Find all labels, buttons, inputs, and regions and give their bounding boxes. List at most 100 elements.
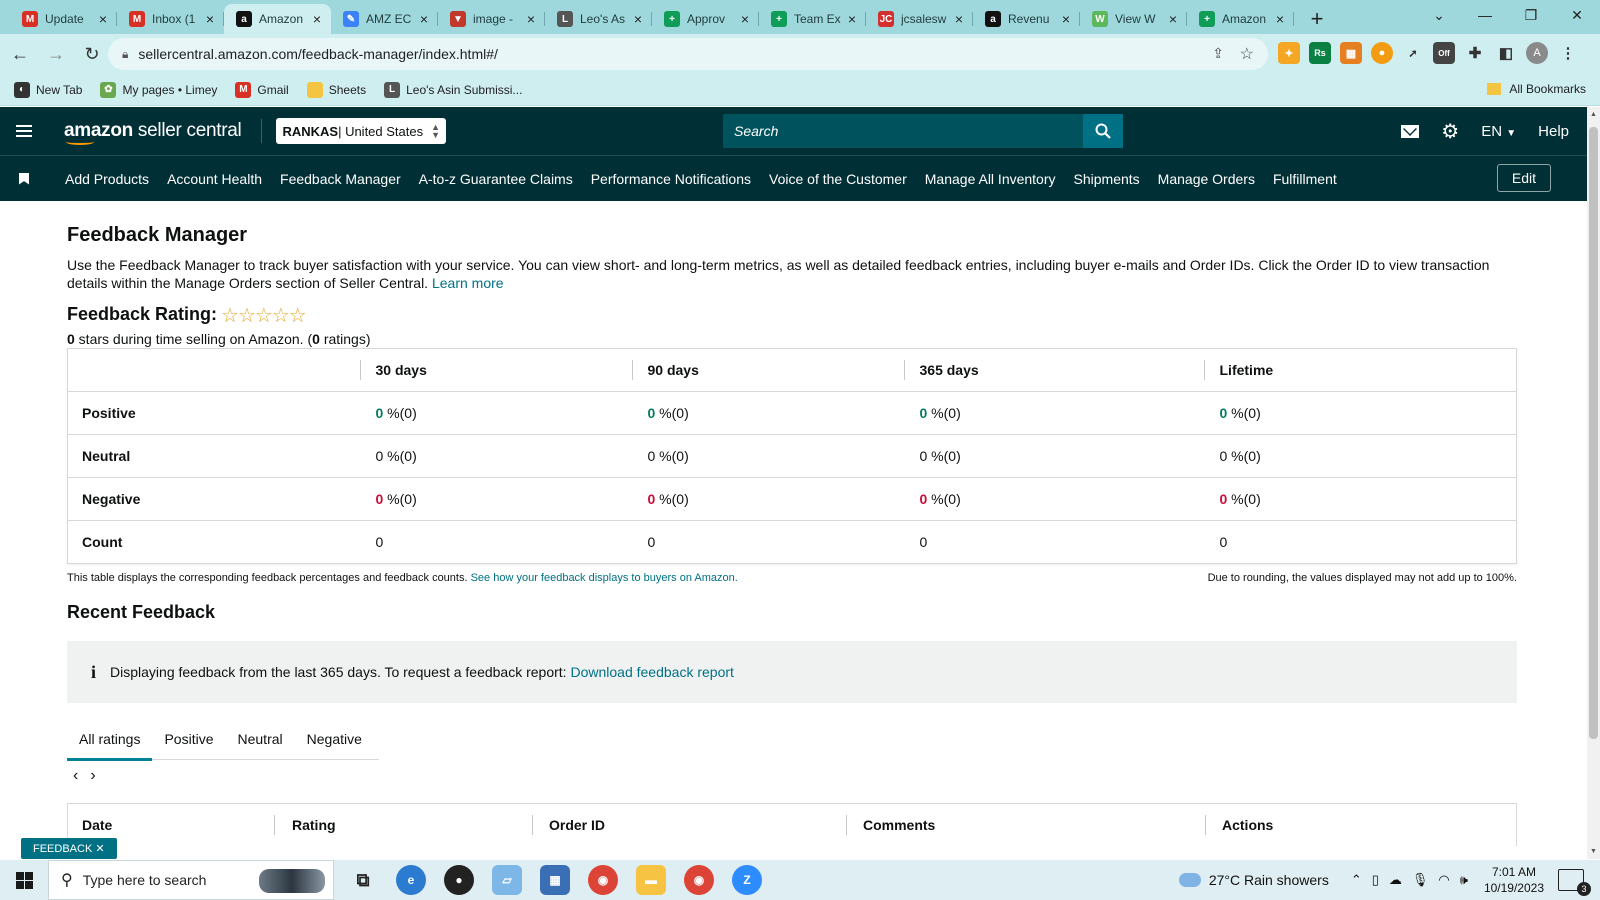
- chrome-icon[interactable]: ◉: [588, 865, 618, 895]
- chrome-profile-icon[interactable]: ◉: [684, 865, 714, 895]
- nav-item[interactable]: Performance Notifications: [591, 171, 751, 187]
- close-tab-icon[interactable]: ×: [844, 11, 860, 27]
- extension-arrow-icon[interactable]: ➚: [1402, 42, 1424, 64]
- browser-menu-icon[interactable]: ⋮: [1557, 42, 1579, 64]
- chevron-left-icon[interactable]: ‹: [73, 767, 78, 785]
- browser-tab[interactable]: a Amazon ×: [224, 4, 331, 34]
- nav-item[interactable]: Fulfillment: [1273, 171, 1337, 187]
- forward-button[interactable]: →: [40, 38, 72, 70]
- help-link[interactable]: Help: [1538, 123, 1569, 140]
- edit-nav-button[interactable]: Edit: [1496, 164, 1551, 192]
- clock[interactable]: 7:01 AM 10/19/2023: [1484, 864, 1544, 896]
- search-button[interactable]: [1083, 114, 1123, 148]
- download-feedback-report-link[interactable]: Download feedback report: [570, 664, 733, 680]
- close-tab-icon[interactable]: ×: [630, 11, 646, 27]
- browser-tab[interactable]: M Update ×: [10, 4, 117, 34]
- back-button[interactable]: ←: [4, 38, 36, 70]
- browser-tab[interactable]: JC jcsalesw ×: [866, 4, 973, 34]
- extension-bell-icon[interactable]: ✦: [1278, 42, 1300, 64]
- search-input[interactable]: [723, 114, 1083, 148]
- url-text[interactable]: sellercentral.amazon.com/feedback-manage…: [138, 46, 498, 62]
- bookmark-icon[interactable]: [19, 172, 29, 185]
- minimize-button[interactable]: —: [1462, 0, 1508, 30]
- browser-tab[interactable]: M Inbox (1 ×: [117, 4, 224, 34]
- share-icon[interactable]: ⇪: [1212, 45, 1224, 62]
- close-tab-icon[interactable]: ×: [95, 11, 111, 27]
- nav-item[interactable]: Account Health: [167, 171, 262, 187]
- address-bar[interactable]: 🔒︎ sellercentral.amazon.com/feedback-man…: [108, 38, 1268, 70]
- close-tab-icon[interactable]: ×: [309, 11, 325, 27]
- microphone-icon[interactable]: 🎙︎: [1412, 872, 1429, 888]
- device-icon[interactable]: ▯: [1372, 872, 1379, 888]
- new-tab-button[interactable]: +: [1302, 4, 1332, 34]
- chevron-up-icon[interactable]: ⌃: [1351, 872, 1362, 888]
- rating-tab[interactable]: Neutral: [226, 718, 295, 760]
- close-tab-icon[interactable]: ×: [951, 11, 967, 27]
- side-panel-icon[interactable]: ◧: [1495, 42, 1517, 64]
- nav-item[interactable]: Manage Orders: [1158, 171, 1255, 187]
- browser-tab[interactable]: W View W ×: [1080, 4, 1187, 34]
- task-view-icon[interactable]: ⧉: [348, 865, 378, 895]
- bookmark-item[interactable]: L Leo's Asin Submissi...: [384, 81, 522, 98]
- extension-off-icon[interactable]: Off: [1433, 42, 1455, 64]
- all-bookmarks[interactable]: All Bookmarks: [1487, 82, 1586, 96]
- tab-search-icon[interactable]: ⌄: [1416, 0, 1462, 30]
- learn-more-link[interactable]: Learn more: [432, 275, 504, 291]
- restore-button[interactable]: ❐: [1508, 0, 1554, 30]
- edge-icon[interactable]: e: [396, 865, 426, 895]
- file-explorer-icon[interactable]: ▬: [636, 865, 666, 895]
- feedback-widget-button[interactable]: FEEDBACK ✕: [21, 838, 117, 859]
- app-dark-icon[interactable]: ●: [444, 865, 474, 895]
- rating-tab[interactable]: Negative: [295, 718, 374, 760]
- app-notes-icon[interactable]: ▱: [492, 865, 522, 895]
- browser-tab[interactable]: a Revenu ×: [973, 4, 1080, 34]
- amazon-seller-central-logo[interactable]: amazon seller central: [64, 120, 242, 145]
- chevron-right-icon[interactable]: ›: [90, 767, 95, 785]
- close-tab-icon[interactable]: ×: [737, 11, 753, 27]
- hamburger-menu-icon[interactable]: [0, 125, 48, 137]
- site-info-icon[interactable]: 🔒︎: [122, 47, 128, 62]
- bookmark-item[interactable]: M Gmail: [235, 81, 289, 98]
- zoom-icon[interactable]: Z: [732, 865, 762, 895]
- notification-center-icon[interactable]: 3: [1558, 869, 1591, 896]
- weather-widget[interactable]: 27°C Rain showers: [1178, 872, 1329, 888]
- bookmark-item[interactable]: ◐ New Tab: [14, 81, 82, 98]
- close-tab-icon[interactable]: ×: [1272, 11, 1288, 27]
- cloud-sync-icon[interactable]: ☁: [1389, 872, 1402, 888]
- windows-start-icon[interactable]: [0, 860, 48, 900]
- language-selector[interactable]: EN ▼: [1481, 123, 1516, 140]
- extensions-puzzle-icon[interactable]: ✚: [1464, 42, 1486, 64]
- nav-item[interactable]: Voice of the Customer: [769, 171, 907, 187]
- close-tab-icon[interactable]: ×: [416, 11, 432, 27]
- reload-button[interactable]: ↻: [76, 38, 108, 70]
- bookmark-star-icon[interactable]: ☆: [1240, 44, 1254, 64]
- nav-item[interactable]: Shipments: [1074, 171, 1140, 187]
- page-scrollbar[interactable]: ▲ ▼: [1587, 107, 1600, 859]
- feedback-display-link[interactable]: See how your feedback displays to buyers…: [471, 572, 738, 584]
- close-tab-icon[interactable]: ×: [202, 11, 218, 27]
- close-tab-icon[interactable]: ×: [1165, 11, 1181, 27]
- close-tab-icon[interactable]: ×: [523, 11, 539, 27]
- taskbar-search[interactable]: ⚲ Type here to search: [48, 860, 334, 900]
- close-tab-icon[interactable]: ×: [1058, 11, 1074, 27]
- nav-item[interactable]: A-to-z Guarantee Claims: [419, 171, 573, 187]
- wifi-icon[interactable]: ◠: [1438, 872, 1449, 888]
- scrollbar-thumb[interactable]: [1589, 127, 1598, 739]
- bookmark-item[interactable]: ✿ My pages • Limey: [100, 81, 217, 98]
- profile-avatar[interactable]: A: [1526, 42, 1548, 64]
- nav-item[interactable]: Add Products: [65, 171, 149, 187]
- browser-tab[interactable]: L Leo's As ×: [545, 4, 652, 34]
- scroll-up-icon[interactable]: ▲: [1590, 111, 1597, 118]
- browser-tab[interactable]: + Team Ex ×: [759, 4, 866, 34]
- volume-icon[interactable]: 🕪︎: [1460, 872, 1468, 888]
- rating-tab[interactable]: All ratings: [67, 718, 153, 761]
- nav-item[interactable]: Feedback Manager: [280, 171, 401, 187]
- store-selector[interactable]: RANKAS | United States ▲ ▼: [276, 118, 447, 144]
- gear-icon[interactable]: ⚙: [1441, 119, 1459, 144]
- browser-tab[interactable]: ✎ AMZ EC ×: [331, 4, 438, 34]
- extension-rs-icon[interactable]: Rs: [1309, 42, 1331, 64]
- extension-orange-icon[interactable]: ●: [1371, 42, 1393, 64]
- calculator-icon[interactable]: ▦: [540, 865, 570, 895]
- nav-item[interactable]: Manage All Inventory: [925, 171, 1056, 187]
- scroll-down-icon[interactable]: ▼: [1590, 848, 1597, 855]
